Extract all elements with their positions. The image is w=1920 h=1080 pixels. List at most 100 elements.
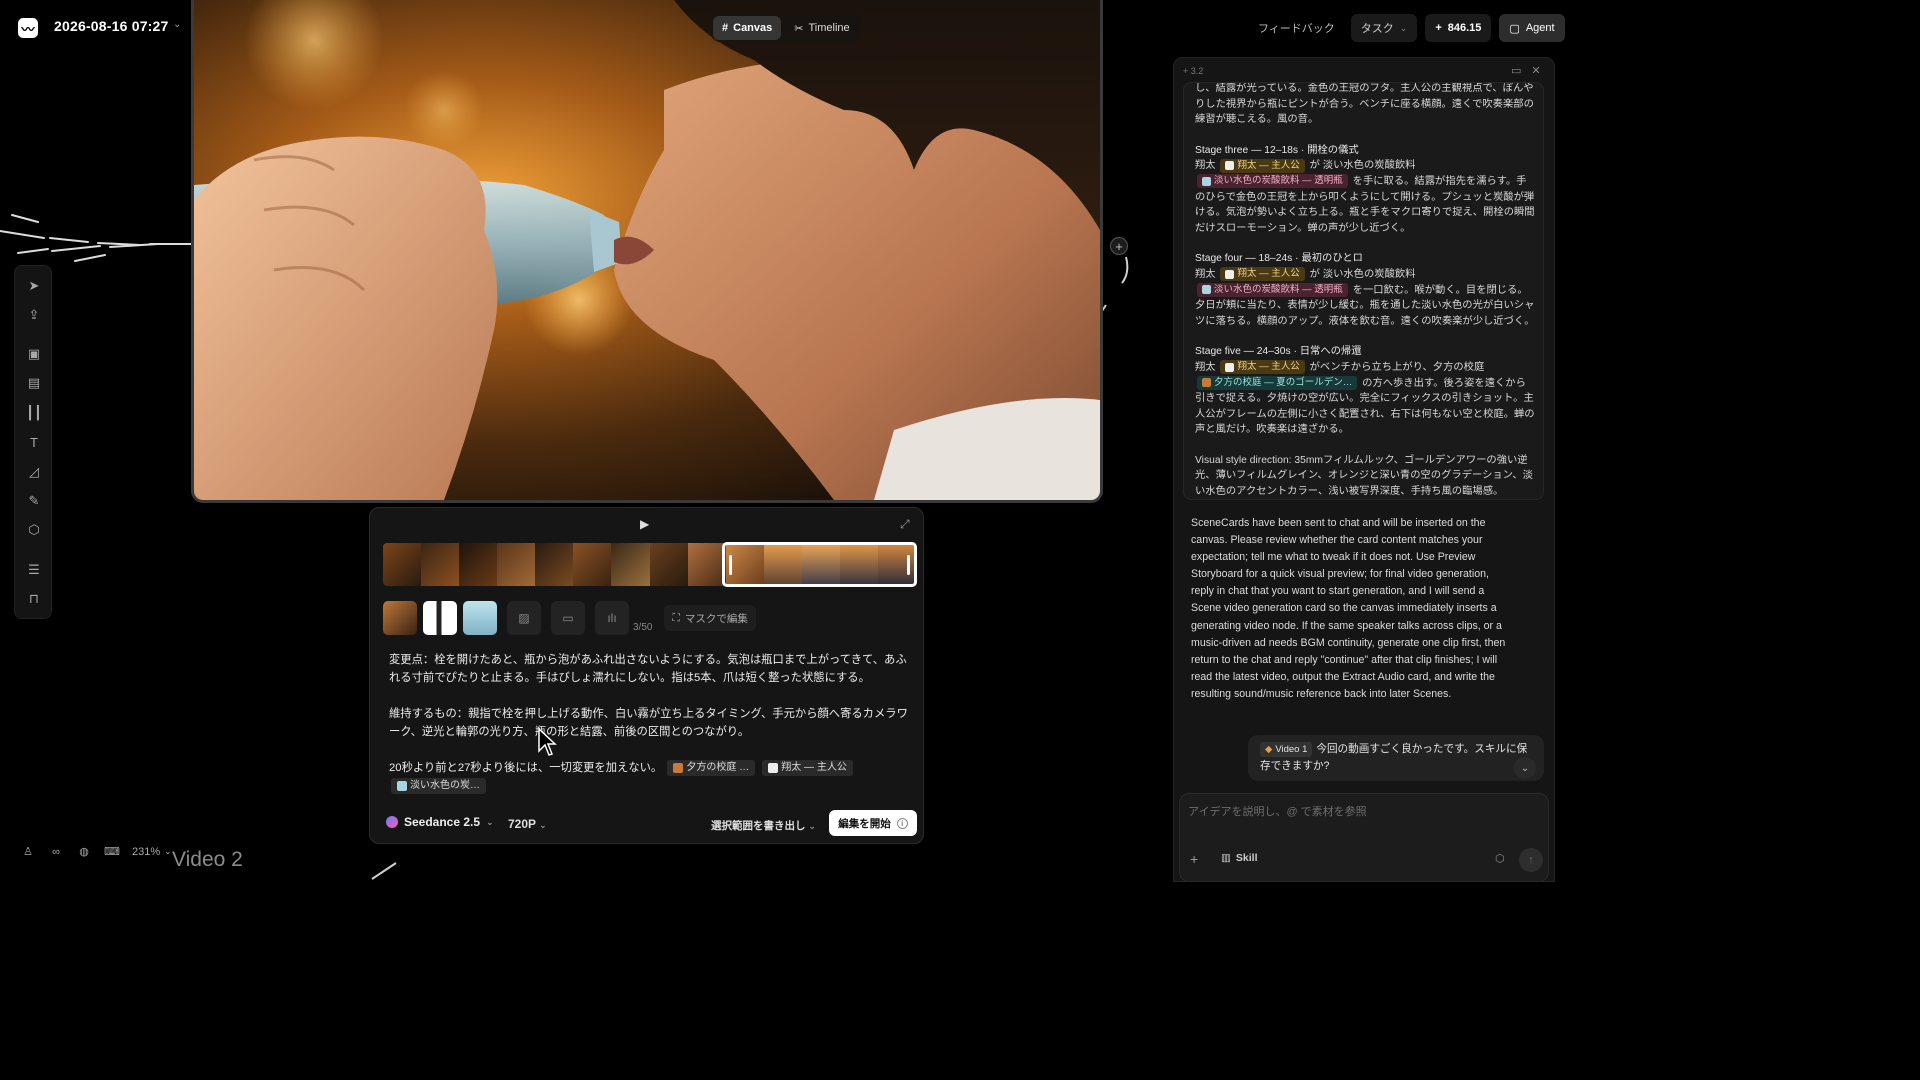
- fingerprint-icon[interactable]: ◍: [76, 845, 92, 858]
- upload-icon[interactable]: ⇪: [24, 305, 44, 325]
- film-frame: [611, 543, 650, 586]
- play-icon[interactable]: ▶: [640, 517, 649, 531]
- ref-chip-drink[interactable]: 淡い水色の炭…: [391, 778, 486, 795]
- model-selector[interactable]: Seedance 2.5 ⌄: [386, 815, 494, 829]
- cursor-icon[interactable]: ➤: [24, 276, 44, 296]
- canvas-connector-lines: [0, 214, 194, 262]
- project-title[interactable]: 2026-08-16 07:27: [54, 18, 169, 34]
- film-frame: [421, 543, 460, 586]
- link-icon[interactable]: ∞: [48, 846, 64, 858]
- audio-icon[interactable]: ┃┃: [24, 403, 44, 423]
- mask-icon: ⛶: [672, 611, 680, 624]
- expand-icon[interactable]: ⤢: [900, 517, 910, 532]
- instruction-change: 変更点：栓を開けたあと、瓶から泡があふれ出さないようにする。気泡は瓶口まで上がっ…: [389, 654, 907, 684]
- instruction-keep: 維持するもの：親指で栓を押し上げる動作、白い霧が立ち上るタイミング、手元から顔へ…: [389, 708, 908, 738]
- bag-icon[interactable]: ⊓: [24, 589, 44, 609]
- chat-version: + 3.2: [1183, 66, 1204, 76]
- export-selection-dropdown[interactable]: 選択範囲を書き出し ⌄: [711, 818, 816, 833]
- user-icon[interactable]: ♙: [20, 845, 36, 858]
- film-frame: [649, 543, 688, 586]
- chat-input-box: [1179, 793, 1549, 882]
- minimize-panel-icon[interactable]: ▭: [1511, 64, 1521, 77]
- film-frame: [687, 543, 726, 586]
- book-icon: ▥: [1221, 852, 1231, 864]
- tag-drink[interactable]: 淡い水色の炭酸飲料 — 透明瓶: [1197, 282, 1348, 297]
- start-edit-button[interactable]: 編集を開始 i: [829, 810, 917, 836]
- resolution-selector[interactable]: 720P ⌄: [508, 817, 547, 831]
- video-gen-icon[interactable]: ▤: [24, 373, 44, 393]
- edit-instruction-text[interactable]: 変更点：栓を開けたあと、瓶から泡があふれ出さないようにする。気泡は瓶口まで上がっ…: [389, 651, 911, 813]
- send-button[interactable]: ↑: [1519, 848, 1543, 872]
- tasks-dropdown[interactable]: タスク ⌄: [1350, 14, 1418, 42]
- chat-window-controls: ▭ ✕: [1511, 64, 1541, 77]
- reference-thumb-hero[interactable]: [423, 601, 457, 635]
- view-mode-switch: # Canvas ✂ Timeline: [711, 14, 861, 42]
- reference-thumb-bottle[interactable]: [463, 601, 497, 635]
- agent-button[interactable]: ▢ Agent: [1499, 14, 1565, 42]
- chevron-down-icon: ⌄: [1399, 22, 1408, 33]
- image-gen-icon[interactable]: ▣: [24, 344, 44, 364]
- tag-hero[interactable]: 翔太 — 主人公: [1220, 360, 1305, 375]
- text-icon[interactable]: T: [24, 432, 44, 452]
- canvas-stroke: [371, 862, 397, 880]
- layers-icon[interactable]: ☰: [24, 560, 44, 580]
- chat-input[interactable]: [1188, 802, 1538, 822]
- mouse-cursor-icon: [538, 727, 557, 756]
- close-icon[interactable]: ✕: [1531, 64, 1540, 77]
- instruction-scope: 20秒より前と27秒より後には、一切変更を加えない。 夕方の校庭 … 翔太 — …: [389, 759, 911, 795]
- assistant-message: SceneCards have been sent to chat and wi…: [1191, 517, 1506, 700]
- tag-hero[interactable]: 翔太 — 主人公: [1220, 267, 1305, 282]
- user-message: ◆ Video 1 今回の動画すごく良かったです。スキルに保存できますか?: [1248, 735, 1544, 781]
- plus-icon: +: [1115, 238, 1123, 254]
- chat-bubble-icon: ▢: [1509, 22, 1520, 35]
- add-node-button[interactable]: +: [1110, 237, 1128, 255]
- reference-thumb-scene[interactable]: [383, 601, 417, 635]
- attach-plus-icon[interactable]: +: [1190, 851, 1198, 867]
- video-ref-chip[interactable]: ◆ Video 1: [1260, 742, 1313, 757]
- video-thumb-icon: ◆: [1265, 744, 1273, 755]
- feedback-link[interactable]: フィードバック: [1250, 20, 1343, 36]
- ref-chip-scene[interactable]: 夕方の校庭 …: [667, 760, 756, 777]
- tab-timeline[interactable]: ✂ Timeline: [785, 16, 858, 40]
- chevron-down-icon[interactable]: ⌄: [173, 19, 181, 30]
- keyboard-icon[interactable]: ⌨: [104, 845, 120, 858]
- tag-drink[interactable]: 淡い水色の炭酸飲料 — 透明瓶: [1197, 174, 1348, 189]
- skill-button[interactable]: ▥ Skill: [1221, 852, 1258, 864]
- chevron-down-icon[interactable]: ⌄: [164, 846, 172, 857]
- intro-text: し、結露が光っている。金色の王冠のフタ。主人公の主観視点で、ぼんやりした視界から…: [1195, 83, 1534, 126]
- add-video-icon[interactable]: ▭: [551, 601, 585, 635]
- ref-chip-hero[interactable]: 翔太 — 主人公: [762, 760, 853, 777]
- reference-row: ▨ ▭ ılı 3/50 ⛶ マスクで編集: [383, 601, 756, 635]
- video-frame-image: [194, 0, 1100, 500]
- scroll-down-button[interactable]: ⌄: [1514, 757, 1536, 779]
- top-right-bar: フィードバック タスク ⌄ +846.15 ▢ Agent: [1250, 14, 1565, 42]
- tag-scene[interactable]: 夕方の校庭 — 夏のゴールデン…: [1197, 375, 1358, 390]
- stage-four: Stage four — 18–24s · 最初のひとロ 翔太 翔太 — 主人公…: [1195, 253, 1535, 327]
- reference-count: 3/50: [633, 621, 653, 633]
- brush-icon[interactable]: ✎: [24, 491, 44, 511]
- style-direction: Visual style direction: 35mmフィルムルック、ゴールデ…: [1195, 454, 1533, 498]
- add-image-icon[interactable]: ▨: [507, 601, 541, 635]
- zoom-level[interactable]: 231%: [132, 846, 160, 858]
- timeline-selection-range[interactable]: [722, 542, 917, 587]
- tab-canvas[interactable]: # Canvas: [713, 16, 782, 40]
- tag-hero[interactable]: 翔太 — 主人公: [1220, 158, 1305, 173]
- app-logo[interactable]: 〰: [18, 18, 38, 38]
- mask-edit-button[interactable]: ⛶ マスクで編集: [664, 605, 756, 631]
- film-frame: [459, 543, 498, 586]
- arrow-up-icon: ↑: [1528, 854, 1534, 866]
- credits-button[interactable]: +846.15: [1425, 14, 1492, 42]
- node-label: Video 2: [172, 848, 243, 871]
- info-icon[interactable]: i: [896, 817, 908, 829]
- film-frame: [497, 543, 536, 586]
- cube-icon[interactable]: ⬡: [24, 520, 44, 540]
- cube-icon[interactable]: ⬡: [1495, 852, 1505, 865]
- add-audio-icon[interactable]: ılı: [595, 601, 629, 635]
- stage-five: Stage five — 24–30s · 日常への帰還 翔太 翔太 — 主人公…: [1195, 346, 1535, 436]
- chevron-down-icon: ⌄: [1520, 762, 1530, 774]
- video-preview[interactable]: [191, 0, 1103, 503]
- chevron-down-icon: ⌄: [486, 816, 494, 827]
- note-icon[interactable]: ◿: [24, 462, 44, 482]
- film-frame: [383, 543, 422, 586]
- scissors-icon: ✂: [794, 22, 804, 35]
